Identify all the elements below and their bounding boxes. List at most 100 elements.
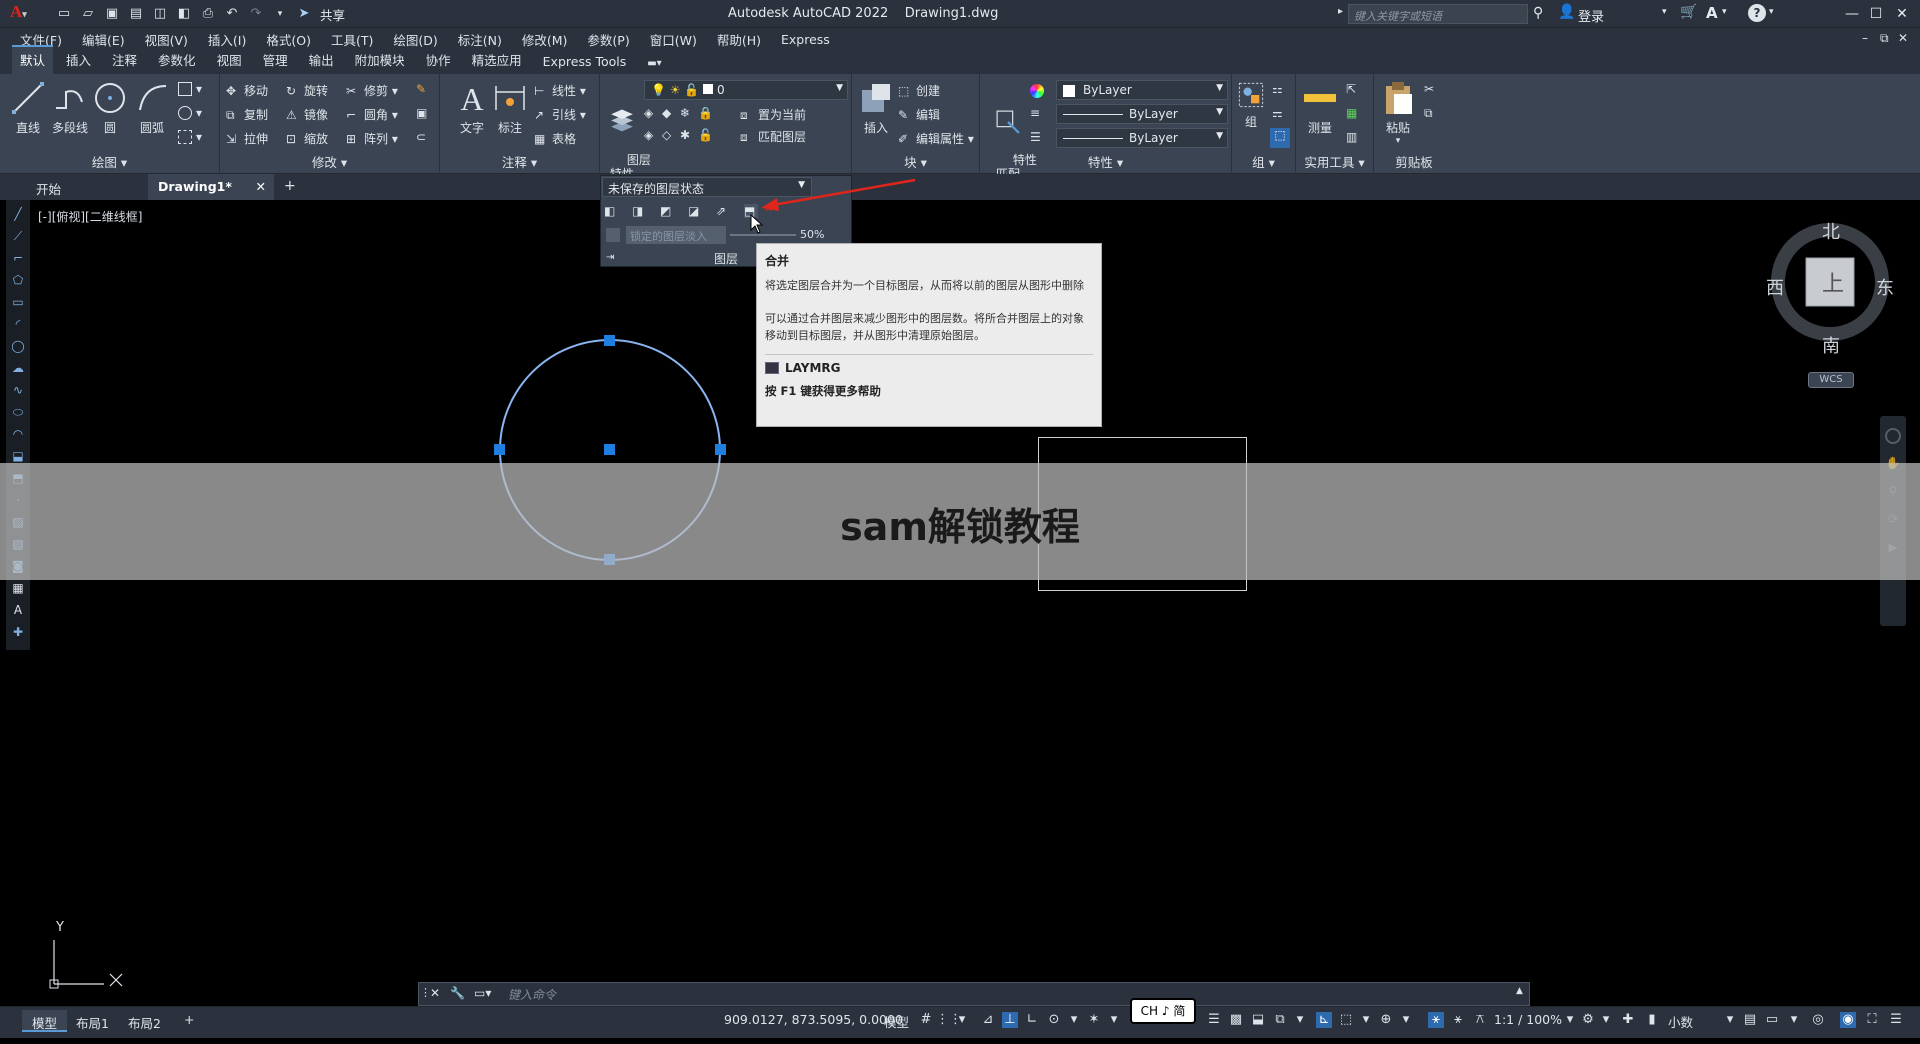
clean-screen-icon[interactable]: ⛶: [1864, 1012, 1880, 1028]
leader-tool[interactable]: ↗ 引线 ▾: [534, 106, 586, 123]
share-icon[interactable]: ➤: [296, 6, 312, 22]
dynamic-ucs-icon[interactable]: ⊾: [1316, 1012, 1332, 1028]
units-value[interactable]: 小数: [1668, 1012, 1693, 1031]
layer-delete-icon[interactable]: ◪: [688, 204, 702, 218]
stretch-tool[interactable]: ⇲ 拉伸: [226, 130, 268, 147]
doc-restore-icon[interactable]: ⧉: [1880, 31, 1889, 46]
autodesk-a360-icon[interactable]: A: [1706, 4, 1718, 22]
hardware-accel-icon[interactable]: ◉: [1840, 1012, 1856, 1028]
isodraft-icon[interactable]: ✶: [1086, 1012, 1102, 1028]
menu-insert[interactable]: 插入(I): [208, 30, 246, 49]
model-space-toggle[interactable]: 模型: [884, 1012, 909, 1031]
search-expand-icon[interactable]: ▸: [1338, 6, 1343, 17]
layer-on-all-icon[interactable]: ◈: [644, 128, 658, 142]
insert-block-tool[interactable]: 插入: [858, 80, 894, 136]
properties-panel-title[interactable]: 特性 ▾: [980, 152, 1231, 171]
groups-panel-title[interactable]: 组 ▾: [1232, 152, 1295, 171]
compass-south[interactable]: 南: [1822, 332, 1840, 358]
clipboard-panel-title[interactable]: 剪贴板: [1374, 152, 1454, 171]
menu-help[interactable]: 帮助(H): [717, 30, 761, 49]
tab-addins[interactable]: 附加模块: [347, 47, 413, 74]
undo-icon[interactable]: ↶: [224, 6, 240, 22]
grip-center[interactable]: [604, 444, 615, 455]
new-tab-icon[interactable]: +: [284, 178, 296, 194]
lock-ui-icon[interactable]: ▭: [1764, 1012, 1780, 1028]
tool-rectangle-icon[interactable]: ▭: [10, 294, 26, 310]
calculator-icon[interactable]: ▥: [1346, 130, 1357, 144]
osnap-tracking-icon[interactable]: ⧉: [1272, 1012, 1288, 1028]
ungroup-icon[interactable]: ⚏: [1272, 82, 1283, 96]
workspace-dropdown-icon[interactable]: ▾: [1598, 1012, 1614, 1028]
save-icon[interactable]: ▣: [104, 6, 120, 22]
search-icon[interactable]: ⚲: [1533, 5, 1549, 21]
menu-express[interactable]: Express: [781, 32, 830, 47]
tab-view[interactable]: 视图: [209, 47, 250, 74]
lineweight-dropdown[interactable]: ByLayer ▼: [1056, 128, 1228, 148]
layer-unlock-icon[interactable]: 🔓: [698, 128, 713, 142]
grip-top[interactable]: [604, 335, 615, 346]
utilities-panel-title[interactable]: 实用工具 ▾: [1296, 152, 1373, 171]
minimize-icon[interactable]: —: [1842, 4, 1862, 24]
tool-arc-icon[interactable]: ◜: [10, 316, 26, 332]
steering-wheel-icon[interactable]: [1885, 428, 1901, 444]
lock-ui-dropdown-icon[interactable]: ▾: [1786, 1012, 1802, 1028]
dynamic-input-icon[interactable]: ⊥: [1002, 1012, 1018, 1028]
menu-tools[interactable]: 工具(T): [331, 30, 373, 49]
layer-off-icon[interactable]: ◈: [644, 106, 658, 120]
new-icon[interactable]: ▭: [56, 6, 72, 22]
select-all-icon[interactable]: ▦: [1346, 106, 1357, 120]
tab-model[interactable]: 模型: [22, 1010, 68, 1032]
login-dropdown-icon[interactable]: ▾: [1662, 7, 1667, 17]
fillet-tool[interactable]: ⌐ 圆角 ▾: [346, 106, 398, 123]
snap-mode-icon[interactable]: ⋮⋮: [936, 1012, 962, 1028]
tool-polygon-icon[interactable]: ⬠: [10, 272, 26, 288]
line-tool[interactable]: 直线: [10, 80, 46, 136]
circle-tool[interactable]: 圆: [92, 80, 128, 136]
layer-prev-icon[interactable]: ◧: [604, 204, 618, 218]
layer-walk-icon[interactable]: ◨: [632, 204, 646, 218]
menu-parametric[interactable]: 参数(P): [587, 30, 629, 49]
doc-minimize-icon[interactable]: –: [1862, 31, 1868, 45]
menu-window[interactable]: 窗口(W): [650, 30, 697, 49]
cmdline-recent-icon[interactable]: ▭▾: [474, 986, 491, 1000]
tool-table-icon[interactable]: ▦: [10, 580, 26, 596]
mirror-tool[interactable]: ⚠ 镜像: [286, 106, 328, 123]
compass-north[interactable]: 北: [1822, 218, 1840, 244]
save-web-icon[interactable]: ◧: [176, 6, 192, 22]
add-layout-icon[interactable]: +: [184, 1012, 194, 1027]
layer-copy-objects-icon[interactable]: ⇗: [716, 204, 730, 218]
doc-close-icon[interactable]: ✕: [1898, 31, 1908, 45]
tool-spline-icon[interactable]: ∿: [10, 382, 26, 398]
gizmo-dropdown-icon[interactable]: ▾: [1398, 1012, 1414, 1028]
ime-indicator[interactable]: CH ♪ 简: [1130, 998, 1196, 1024]
group-tool[interactable]: 组: [1236, 80, 1266, 130]
measure-tool[interactable]: 测量: [1302, 80, 1338, 136]
open-icon[interactable]: ▱: [80, 6, 96, 22]
paste-tool[interactable]: 粘贴 ▾: [1380, 80, 1416, 146]
paste-dropdown-icon[interactable]: ▾: [1380, 136, 1416, 146]
modify-panel-title[interactable]: 修改 ▾: [220, 152, 439, 171]
tool-ellipse-arc-icon[interactable]: ◠: [10, 426, 26, 442]
tab-default[interactable]: 默认: [12, 45, 54, 74]
layer-freeze-tool-icon[interactable]: ❄: [680, 106, 694, 120]
group-selection-icon[interactable]: ⬚: [1270, 128, 1290, 148]
isodraft-dropdown-icon[interactable]: ▾: [1106, 1012, 1122, 1028]
compass-east[interactable]: 东: [1876, 274, 1894, 300]
autocad-logo-button[interactable]: A▾: [10, 2, 27, 22]
autoscale-icon[interactable]: ⚹: [1450, 1012, 1466, 1028]
layer-isolate-icon[interactable]: ◆: [662, 106, 676, 120]
units-dropdown-icon[interactable]: ▾: [1722, 1012, 1738, 1028]
move-tool[interactable]: ✥ 移动: [226, 82, 268, 99]
tab-parametric[interactable]: 参数化: [150, 47, 204, 74]
pin-icon[interactable]: ⇥: [606, 252, 614, 263]
arc-tool[interactable]: 圆弧: [134, 80, 170, 136]
edit-block-tool[interactable]: ✎ 编辑: [898, 106, 940, 123]
cmdline-expand-icon[interactable]: ▲: [1516, 986, 1523, 996]
tab-start[interactable]: 开始: [26, 174, 71, 200]
wcs-menu[interactable]: WCS: [1808, 372, 1854, 388]
offset-tool[interactable]: ⊂: [416, 130, 434, 144]
polyline-tool[interactable]: 多段线: [50, 80, 90, 136]
layer-dropdown[interactable]: 💡 ☀ 🔓 0 ▼: [644, 80, 848, 100]
explode-tool[interactable]: ▣: [416, 106, 434, 120]
quick-select-icon[interactable]: ⇱: [1346, 82, 1356, 96]
